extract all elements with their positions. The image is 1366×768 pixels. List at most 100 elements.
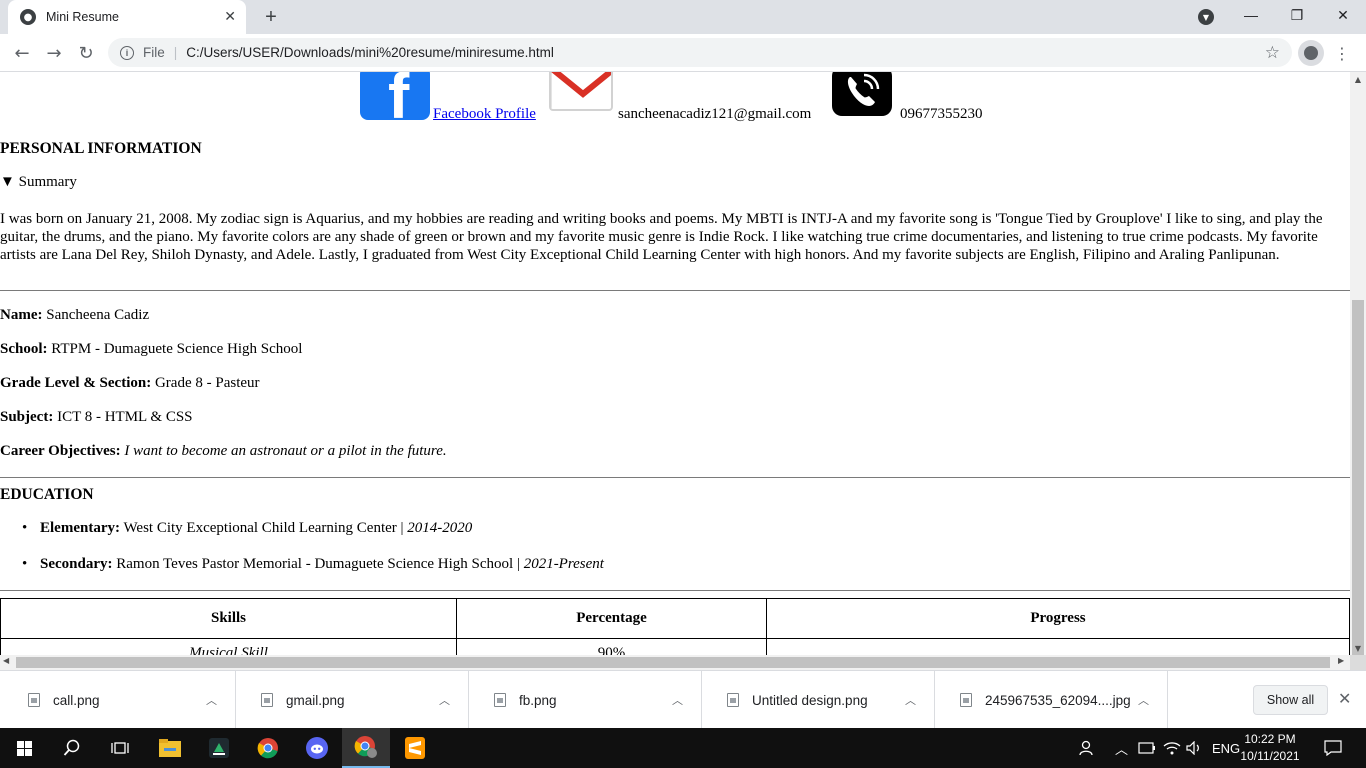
volume-icon[interactable] bbox=[1186, 728, 1204, 768]
language-indicator[interactable]: ENG bbox=[1212, 728, 1240, 768]
download-shelf: call.png ︿ gmail.png ︿ fb.png ︿ Untitled… bbox=[0, 670, 1366, 729]
browser-tab[interactable]: ● Mini Resume ✕ bbox=[8, 0, 246, 34]
scroll-left-icon[interactable]: ◀ bbox=[3, 656, 9, 665]
edu-years: 2014-2020 bbox=[407, 520, 473, 536]
education-item-elementary: Elementary: West City Exceptional Child … bbox=[40, 520, 472, 537]
download-item[interactable]: Untitled design.png ︿ bbox=[703, 671, 935, 729]
back-button[interactable]: ← bbox=[9, 40, 35, 66]
scroll-down-icon[interactable]: ▼ bbox=[1350, 641, 1366, 655]
career-line: Career Objectives: I want to become an a… bbox=[0, 443, 447, 460]
scroll-right-icon[interactable]: ▶ bbox=[1338, 656, 1344, 665]
education-heading: EDUCATION bbox=[0, 486, 94, 503]
chevron-up-icon[interactable]: ︿ bbox=[206, 692, 217, 708]
address-bar[interactable]: i File | C:/Users/USER/Downloads/mini%20… bbox=[108, 38, 1292, 67]
facebook-icon[interactable]: f bbox=[360, 72, 430, 120]
app-icon[interactable] bbox=[195, 728, 243, 768]
school-value: RTPM - Dumaguete Science High School bbox=[47, 341, 303, 357]
image-file-icon bbox=[960, 693, 972, 707]
notification-icon[interactable] bbox=[1324, 728, 1342, 768]
download-filename: gmail.png bbox=[286, 692, 345, 708]
chevron-up-icon[interactable]: ︿ bbox=[1115, 728, 1128, 768]
download-item[interactable]: 245967535_62094....jpg ︿ bbox=[936, 671, 1168, 729]
download-filename: 245967535_62094....jpg bbox=[985, 692, 1131, 708]
chevron-up-icon[interactable]: ︿ bbox=[1138, 692, 1149, 708]
phone-number: 09677355230 bbox=[900, 106, 983, 122]
edu-school: West City Exceptional Child Learning Cen… bbox=[119, 520, 408, 536]
profile-avatar[interactable] bbox=[1298, 40, 1324, 66]
address-separator: | bbox=[173, 45, 178, 60]
chevron-up-icon[interactable]: ︿ bbox=[672, 692, 683, 708]
table-row: Musical Skill 90% bbox=[0, 638, 1350, 655]
clock-time: 10:22 PM bbox=[1244, 732, 1296, 746]
reload-button[interactable]: ↻ bbox=[73, 40, 99, 66]
chevron-up-icon[interactable]: ︿ bbox=[439, 692, 450, 708]
divider bbox=[0, 290, 1350, 291]
url-text[interactable]: C:/Users/USER/Downloads/mini%20resume/mi… bbox=[186, 45, 1264, 60]
tab-strip: ● Mini Resume ✕ + ▼ — ❐ ✕ bbox=[0, 0, 1366, 34]
chrome-icon[interactable] bbox=[244, 728, 292, 768]
show-all-button[interactable]: Show all bbox=[1253, 685, 1328, 715]
chrome-profile-icon[interactable] bbox=[342, 728, 390, 768]
career-label: Career Objectives: bbox=[0, 443, 121, 459]
personal-info-heading: PERSONAL INFORMATION bbox=[0, 140, 202, 157]
progress-cell bbox=[766, 638, 1350, 655]
task-view-icon[interactable] bbox=[96, 728, 144, 768]
globe-icon: ● bbox=[20, 9, 36, 25]
scrollbar-thumb[interactable] bbox=[1352, 300, 1364, 655]
grade-label: Grade Level & Section: bbox=[0, 375, 152, 391]
start-button[interactable] bbox=[0, 728, 48, 768]
skill-cell: Musical Skill bbox=[0, 638, 457, 655]
browser-toolbar: ← → ↻ i File | C:/Users/USER/Downloads/m… bbox=[0, 34, 1366, 72]
percentage-cell: 90% bbox=[456, 638, 767, 655]
scrollbar-thumb[interactable] bbox=[16, 657, 1330, 668]
download-filename: Untitled design.png bbox=[752, 692, 868, 708]
education-item-secondary: Secondary: Ramon Teves Pastor Memorial -… bbox=[40, 556, 604, 573]
download-item[interactable]: call.png ︿ bbox=[4, 671, 236, 729]
download-filename: call.png bbox=[53, 692, 100, 708]
forward-button[interactable]: → bbox=[41, 40, 67, 66]
scrollbar-corner bbox=[1350, 655, 1366, 670]
download-item[interactable]: gmail.png ︿ bbox=[237, 671, 469, 729]
wifi-icon[interactable] bbox=[1163, 728, 1181, 768]
new-tab-button[interactable]: + bbox=[258, 4, 284, 30]
system-clock[interactable]: 10:22 PM 10/11/2021 bbox=[1240, 731, 1300, 765]
sublime-text-icon[interactable] bbox=[391, 728, 439, 768]
school-label: School: bbox=[0, 341, 48, 357]
skills-table: Skills Percentage Progress Musical Skill… bbox=[0, 598, 1350, 655]
vertical-scrollbar[interactable]: ▲ ▼ bbox=[1350, 72, 1366, 655]
close-download-bar-icon[interactable]: ✕ bbox=[1338, 689, 1351, 709]
download-item[interactable]: fb.png ︿ bbox=[470, 671, 702, 729]
menu-icon[interactable]: ⋮ bbox=[1332, 40, 1352, 66]
windows-taskbar: ︿ ENG 10:22 PM 10/11/2021 bbox=[0, 728, 1366, 768]
restore-button[interactable]: ❐ bbox=[1274, 0, 1320, 30]
horizontal-scrollbar[interactable]: ◀ ▶ bbox=[0, 655, 1350, 670]
people-icon[interactable] bbox=[1078, 728, 1096, 768]
subject-value: ICT 8 - HTML & CSS bbox=[53, 409, 193, 425]
edu-years: 2021-Present bbox=[523, 556, 604, 572]
tab-search-icon[interactable]: ▼ bbox=[1198, 9, 1214, 25]
clock-date: 10/11/2021 bbox=[1240, 749, 1300, 763]
close-window-button[interactable]: ✕ bbox=[1320, 0, 1366, 30]
chevron-up-icon[interactable]: ︿ bbox=[905, 692, 916, 708]
image-file-icon bbox=[727, 693, 739, 707]
file-explorer-icon[interactable] bbox=[146, 728, 194, 768]
summary-toggle[interactable]: ▼ Summary bbox=[0, 174, 77, 191]
info-icon[interactable]: i bbox=[120, 45, 134, 60]
minimize-button[interactable]: — bbox=[1228, 0, 1274, 30]
scroll-up-icon[interactable]: ▲ bbox=[1350, 72, 1366, 86]
battery-icon[interactable] bbox=[1138, 728, 1156, 768]
search-icon[interactable] bbox=[48, 728, 96, 768]
image-file-icon bbox=[494, 693, 506, 707]
summary-paragraph: I was born on January 21, 2008. My zodia… bbox=[0, 211, 1323, 263]
facebook-profile-link[interactable]: Facebook Profile bbox=[433, 106, 536, 123]
name-value: Sancheena Cadiz bbox=[42, 307, 150, 323]
image-file-icon bbox=[261, 693, 273, 707]
column-header-skills: Skills bbox=[0, 598, 457, 639]
divider bbox=[0, 477, 1350, 478]
edu-label: Secondary: bbox=[40, 556, 113, 572]
bookmark-star-icon[interactable]: ☆ bbox=[1265, 43, 1280, 63]
tab-close-icon[interactable]: ✕ bbox=[224, 9, 236, 25]
discord-icon[interactable] bbox=[293, 728, 341, 768]
page-viewport: f Facebook Profile sancheenacadiz121@gma… bbox=[0, 72, 1350, 655]
name-line: Name: Sancheena Cadiz bbox=[0, 307, 149, 324]
